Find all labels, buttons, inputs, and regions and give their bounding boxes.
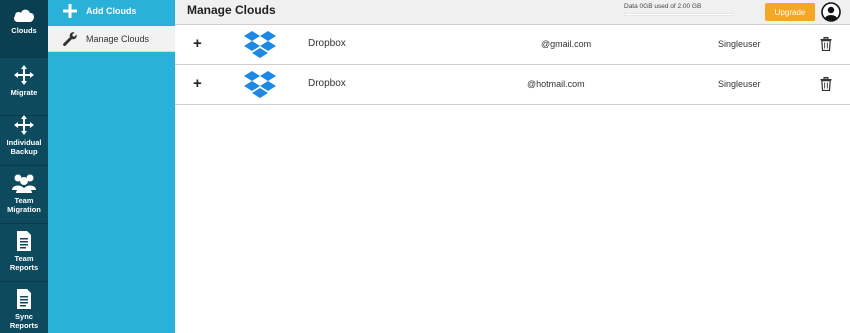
manage-clouds-label: Manage Clouds <box>86 33 150 44</box>
rail-label-team-migration: Team Migration <box>7 196 41 214</box>
cloud-account-email: @gmail.com <box>541 39 592 49</box>
manage-clouds-button[interactable]: Manage Clouds <box>48 26 175 52</box>
rail-label-migrate: Migrate <box>10 88 38 97</box>
rail-label-team-reports: Team Reports <box>10 254 38 272</box>
rail-label-line2: Migration <box>7 205 41 214</box>
cloud-account-type: Singleuser <box>718 39 761 49</box>
move-arrows-icon <box>14 65 34 85</box>
add-clouds-label: Add Clouds <box>86 6 137 16</box>
upgrade-button[interactable]: Upgrade <box>765 3 815 21</box>
icon-rail: Clouds Migrate Individual Backup Team Mi… <box>0 0 48 333</box>
storage-usage-bar <box>624 13 734 16</box>
rail-label-individual-backup: Individual Backup <box>6 138 41 156</box>
clouds-sidebar: Add Clouds Manage Clouds <box>48 0 175 333</box>
add-clouds-button[interactable]: Add Clouds <box>48 0 175 22</box>
rail-item-individual-backup[interactable]: Individual Backup <box>0 108 48 166</box>
page-title: Manage Clouds <box>187 3 276 17</box>
cloud-provider-name: Dropbox <box>308 78 346 89</box>
dropbox-logo-icon <box>244 31 276 58</box>
document-icon <box>17 289 31 309</box>
rail-item-team-migration[interactable]: Team Migration <box>0 166 48 224</box>
table-row: + Dropbox @hotmail.com Singleuser <box>175 65 850 105</box>
rail-label-line1: Sync <box>15 312 33 321</box>
clouds-table: + Dropbox @gmail.com Singleuser + Dropbo… <box>175 25 850 105</box>
rail-label-clouds: Clouds <box>11 26 37 35</box>
team-icon <box>12 174 36 193</box>
rail-label-line1: Team <box>14 196 34 205</box>
delete-trash-icon[interactable] <box>820 77 832 91</box>
rail-item-sync-reports[interactable]: Sync Reports <box>0 282 48 333</box>
wrench-icon <box>60 29 80 49</box>
app-window: Clouds Migrate Individual Backup Team Mi… <box>0 0 850 333</box>
top-header: Manage Clouds Data 0GB used of 2.00 GB U… <box>175 0 850 25</box>
rail-label-line2: Backup <box>10 147 38 156</box>
plus-icon <box>60 1 80 21</box>
rail-item-clouds[interactable]: Clouds <box>0 0 48 58</box>
rail-label-sync-reports: Sync Reports <box>10 312 38 330</box>
rail-label-line2: Reports <box>9 263 39 272</box>
cloud-icon <box>14 9 34 22</box>
dropbox-logo-icon <box>244 71 276 98</box>
cloud-account-email: @hotmail.com <box>527 79 585 89</box>
rail-label-line1: Team <box>14 254 34 263</box>
move-arrows-icon <box>14 115 34 135</box>
user-avatar-icon[interactable] <box>821 2 841 22</box>
table-row: + Dropbox @gmail.com Singleuser <box>175 25 850 65</box>
document-icon <box>17 231 31 251</box>
cloud-provider-name: Dropbox <box>308 38 346 49</box>
expand-button[interactable]: + <box>193 75 202 92</box>
expand-button[interactable]: + <box>193 35 202 52</box>
cloud-account-type: Singleuser <box>718 79 761 89</box>
rail-label-line1: Individual <box>6 138 42 147</box>
delete-trash-icon[interactable] <box>820 37 832 51</box>
rail-label-line2: Reports <box>9 321 39 330</box>
rail-item-team-reports[interactable]: Team Reports <box>0 224 48 282</box>
storage-usage-text: Data 0GB used of 2.00 GB <box>624 3 702 10</box>
